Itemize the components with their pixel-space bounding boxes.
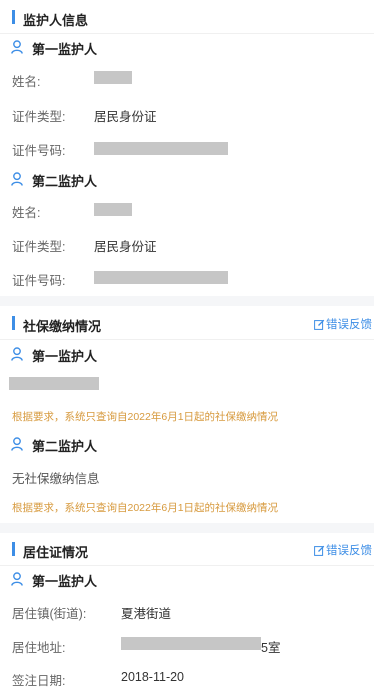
- section-marker: [12, 10, 15, 24]
- edit-icon: [314, 545, 325, 556]
- edit-icon: [314, 319, 325, 330]
- section-title-guardian-info: 监护人信息: [23, 13, 89, 28]
- name-label: 姓名:: [12, 75, 41, 89]
- error-feedback-label: 错误反馈: [326, 319, 372, 331]
- section-title-social-security: 社保缴纳情况: [23, 319, 102, 334]
- id-type-value: 居民身份证: [94, 110, 157, 124]
- person-icon: [11, 172, 23, 186]
- section-gap: [0, 523, 374, 533]
- divider: [0, 339, 374, 340]
- guardian-1-label: 第一监护人: [32, 349, 98, 364]
- error-feedback-link[interactable]: 错误反馈: [314, 542, 372, 558]
- redacted-name: [94, 71, 132, 84]
- id-type-label: 证件类型:: [12, 240, 66, 254]
- guardian-1-label: 第一监护人: [32, 574, 98, 589]
- redacted-id-number: [94, 142, 228, 155]
- section-marker: [12, 542, 15, 556]
- redacted-name: [94, 203, 132, 216]
- query-note: 根据要求，系统只查询自2022年6月1日起的社保缴纳情况: [12, 411, 279, 423]
- residence-address-label: 居住地址:: [12, 641, 66, 655]
- address-visible-suffix: 5室: [261, 641, 281, 655]
- guardian-1-label: 第一监护人: [32, 42, 98, 57]
- error-feedback-label: 错误反馈: [326, 545, 372, 557]
- section-title-residence-permit: 居住证情况: [23, 545, 89, 560]
- guardian-2-label: 第二监护人: [32, 439, 98, 454]
- query-note: 根据要求，系统只查询自2022年6月1日起的社保缴纳情况: [12, 502, 279, 514]
- divider: [0, 33, 374, 34]
- name-label: 姓名:: [12, 206, 41, 220]
- id-number-label: 证件号码:: [12, 144, 66, 158]
- redacted-employer: [9, 377, 99, 390]
- person-icon: [11, 347, 23, 361]
- id-type-value: 居民身份证: [94, 240, 157, 254]
- error-feedback-link[interactable]: 错误反馈: [314, 316, 372, 332]
- sign-date-value: 2018-11-20: [121, 670, 185, 684]
- redacted-address: [121, 637, 261, 650]
- id-number-label: 证件号码:: [12, 274, 66, 288]
- person-icon: [11, 437, 23, 451]
- guardian-2-label: 第二监护人: [32, 174, 98, 189]
- section-gap: [0, 296, 374, 306]
- residence-town-value: 夏港街道: [121, 607, 172, 621]
- sign-date-label: 签注日期:: [12, 674, 66, 688]
- no-social-security-text: 无社保缴纳信息: [12, 472, 100, 486]
- person-icon: [11, 40, 23, 54]
- divider: [0, 565, 374, 566]
- person-icon: [11, 572, 23, 586]
- section-marker: [12, 316, 15, 330]
- redacted-id-number: [94, 271, 228, 284]
- id-type-label: 证件类型:: [12, 110, 66, 124]
- residence-town-label: 居住镇(街道):: [12, 607, 87, 621]
